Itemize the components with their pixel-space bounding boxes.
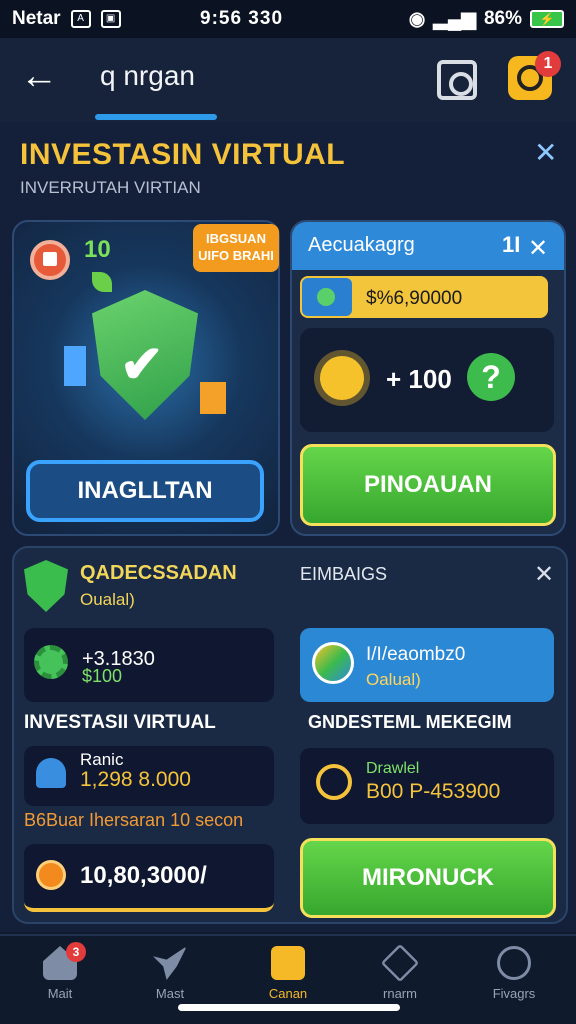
level-number: 10: [84, 236, 111, 263]
target-icon: [316, 764, 352, 800]
nav-item-grid[interactable]: Canan: [246, 946, 330, 1001]
target-value: B00 P-453900: [366, 780, 501, 803]
notification-box-icon: A: [70, 10, 91, 28]
section-title: QADECSSADAN: [80, 562, 237, 584]
status-time: 9:56 330: [200, 8, 284, 29]
sun-icon: [320, 356, 364, 400]
section-action-button[interactable]: MIRONUCK: [300, 838, 556, 918]
app-header: ← q nrgan: [0, 38, 576, 122]
eye-icon: ◉: [408, 8, 426, 30]
bird-icon: [153, 946, 187, 980]
right-card-button[interactable]: PINOAUAN: [300, 444, 556, 526]
nav-item-user[interactable]: Fivagrs: [472, 946, 556, 1001]
account-card-title: Aecuakagrg: [308, 234, 415, 256]
section-close-icon[interactable]: ✕: [534, 560, 554, 589]
blue-card-subtitle: Oalual): [366, 670, 421, 689]
camera-icon[interactable]: [437, 60, 477, 100]
battery-percent: 86%: [483, 8, 522, 29]
nav-label-bird: Mast: [155, 986, 185, 1001]
app-box-icon: ▣: [100, 10, 121, 28]
header-title: q nrgan: [100, 60, 195, 91]
coin-icon: [36, 860, 66, 890]
money-icon: [302, 278, 352, 316]
account-card-count: 1I: [502, 232, 521, 257]
ranking-label: GNDESTEML MEKEGIM: [308, 712, 512, 732]
page-title: INVESTASIN VIRTUAL: [20, 138, 346, 171]
battery-icon: ⚡: [530, 10, 564, 28]
status-right: ◉ ▂▄▆ 86% ⚡: [409, 8, 564, 31]
section-right-title: EIMBAIGS: [300, 564, 388, 584]
nav-badge: 3: [66, 942, 86, 962]
rank-label: Ranic: [80, 750, 124, 769]
amount-value: $%6,90000: [366, 288, 463, 309]
left-card-button[interactable]: INAGLLTAN: [26, 460, 264, 522]
target-label: Drawlel: [366, 760, 420, 777]
promo-badge[interactable]: IBGSUAN UIFO BRAHI: [193, 224, 279, 272]
page-subtitle: INVERRUTAH VIRTIAN: [20, 178, 201, 197]
checkmark-icon: ✔: [120, 336, 164, 394]
nav-item-bird[interactable]: Mast: [128, 946, 212, 1001]
timer-text: B6Buar Ihersaran 10 secon: [24, 810, 244, 830]
status-bar: Netar A ▣ 9:56 330 ◉ ▂▄▆ 86% ⚡: [0, 0, 576, 38]
tab-indicator: [95, 114, 217, 120]
nav-label-home: Mait: [47, 986, 73, 1001]
grid-icon: [271, 946, 305, 980]
carrier-label: Netar: [12, 8, 61, 29]
reward-value: + 100: [386, 364, 452, 394]
nav-item-home[interactable]: Mait: [18, 946, 102, 1001]
hex-icon: [380, 943, 420, 983]
stat-sub-value: $100: [82, 666, 123, 686]
signal-icon: ▂▄▆: [433, 8, 476, 30]
globe-icon: [312, 642, 354, 684]
stop-icon: [30, 240, 70, 280]
notification-badge: 1: [535, 51, 561, 77]
nav-item-hex[interactable]: rnarm: [358, 943, 442, 1001]
coin-value: 10,80,3000/: [80, 862, 207, 889]
back-arrow-icon[interactable]: ←: [20, 56, 64, 100]
nav-label-grid: Canan: [268, 986, 308, 1001]
home-indicator[interactable]: [178, 1004, 400, 1011]
close-icon[interactable]: ✕: [534, 136, 557, 169]
investment-label: INVESTASII VIRTUAL: [24, 712, 216, 733]
orange-cube-icon: [200, 382, 226, 414]
nav-label-user: Fivagrs: [492, 986, 536, 1001]
section-subtitle: Oualal): [80, 590, 135, 609]
user-icon: [497, 946, 531, 980]
gear-icon: [34, 645, 68, 679]
help-icon[interactable]: ?: [467, 353, 515, 401]
rank-value: 1,298 8.000: [80, 768, 191, 791]
blue-cube-icon: [64, 346, 86, 386]
account-close-icon[interactable]: ✕: [528, 234, 548, 263]
nav-label-hex: rnarm: [383, 986, 417, 1001]
blue-card-title: I/I/eaombz0: [366, 644, 466, 665]
person-icon: [36, 758, 66, 788]
